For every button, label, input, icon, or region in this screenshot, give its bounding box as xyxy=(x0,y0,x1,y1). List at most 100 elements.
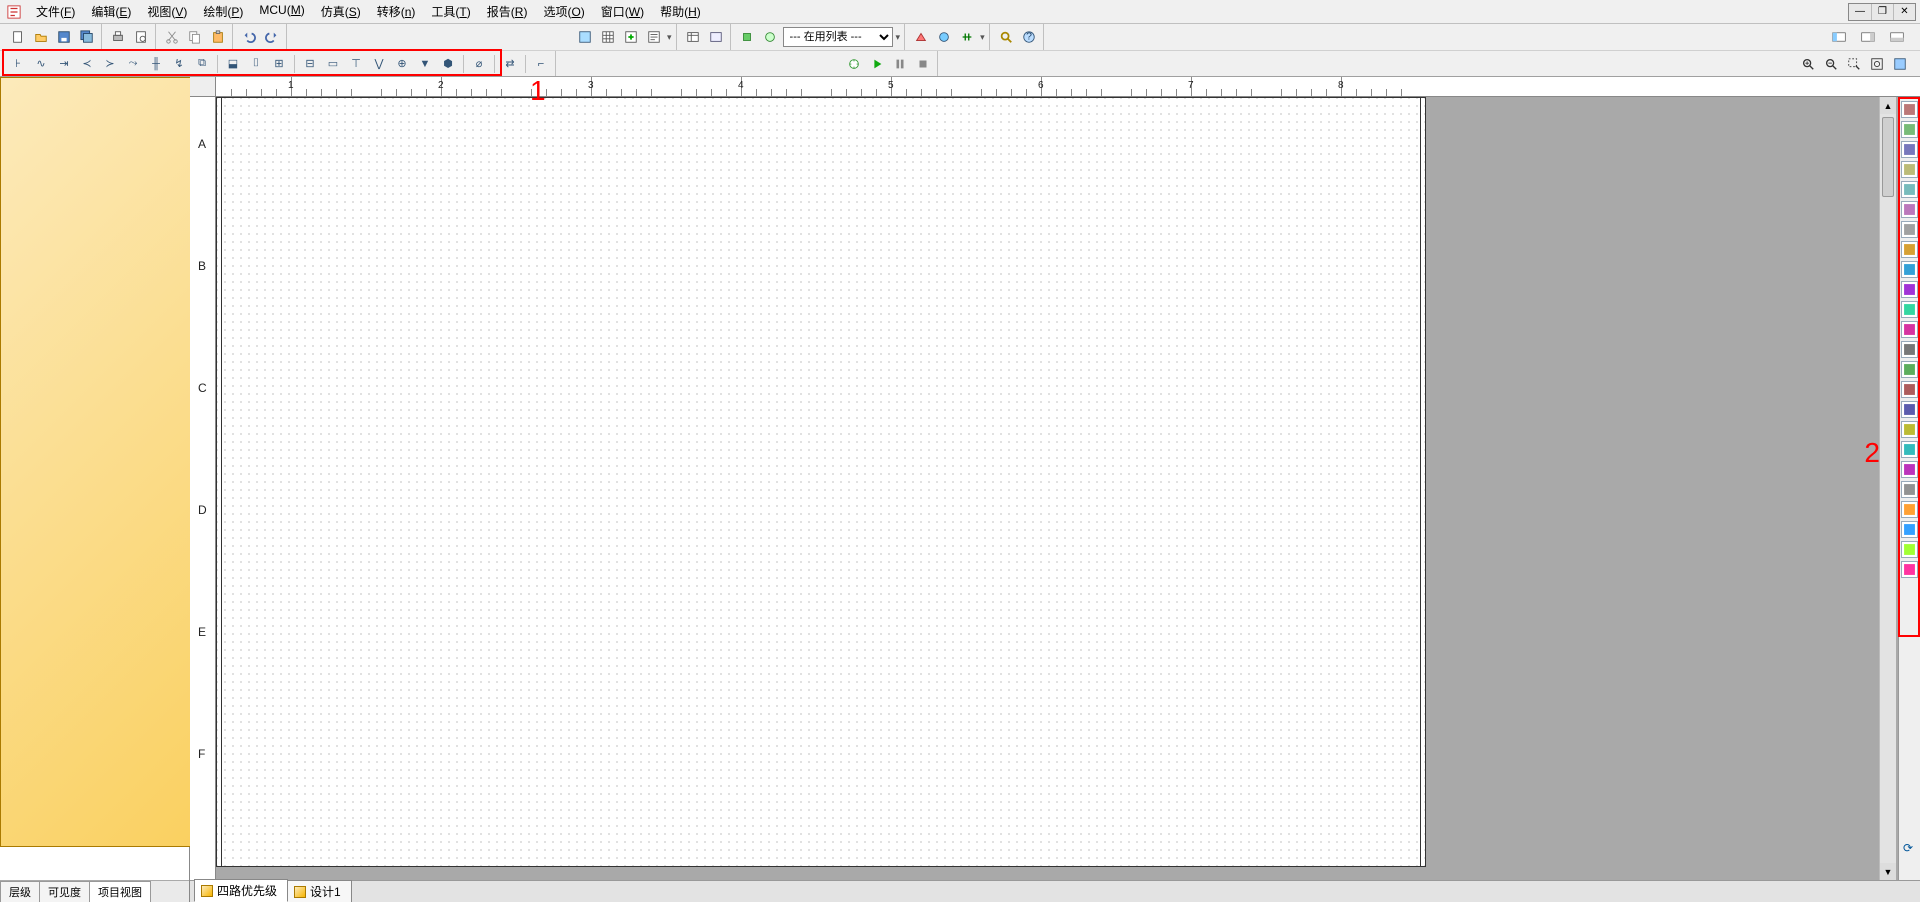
m7-icon[interactable]: ╫ xyxy=(146,54,166,74)
component-icon[interactable] xyxy=(737,27,757,47)
menu-p[interactable]: 绘制(P) xyxy=(195,1,251,22)
ground-icon[interactable] xyxy=(1901,221,1918,238)
rect-icon[interactable] xyxy=(1901,321,1918,338)
db-table-icon[interactable] xyxy=(683,27,703,47)
panel-toggle-3-icon[interactable] xyxy=(1884,27,1910,47)
dropdown-caret-icon[interactable]: ▾ xyxy=(667,32,672,43)
menu-w[interactable]: 窗口(W) xyxy=(593,1,652,22)
redo-icon[interactable] xyxy=(262,27,282,47)
tree-node[interactable]: 设计1 xyxy=(2,177,187,195)
close-button[interactable]: ✕ xyxy=(1893,4,1915,20)
stop-icon[interactable] xyxy=(913,54,933,74)
m5-icon[interactable]: ≻ xyxy=(100,54,120,74)
minimize-button[interactable]: ― xyxy=(1849,4,1871,20)
junction-icon[interactable] xyxy=(1901,281,1918,298)
pane-tab[interactable]: 层级 xyxy=(0,881,40,902)
m1-icon[interactable]: ⊦ xyxy=(8,54,28,74)
scroll-thumb[interactable] xyxy=(1882,117,1894,197)
m12-icon[interactable]: ⊞ xyxy=(269,54,289,74)
marker-icon[interactable] xyxy=(1901,561,1918,578)
new-icon[interactable] xyxy=(8,27,28,47)
m20-icon[interactable]: ⌀ xyxy=(469,54,489,74)
probe-v-icon[interactable] xyxy=(1901,501,1918,518)
sheet-tab[interactable]: 四路优先级 xyxy=(194,879,288,902)
m10-icon[interactable]: ⬓ xyxy=(223,54,243,74)
scroll-up-icon[interactable]: ▲ xyxy=(1880,97,1896,114)
part-browse-icon[interactable] xyxy=(760,27,780,47)
m19-icon[interactable]: ⬢ xyxy=(438,54,458,74)
dropdown-caret-icon[interactable]: ▾ xyxy=(980,32,985,43)
wire-icon[interactable] xyxy=(1901,121,1918,138)
m2-icon[interactable]: ∿ xyxy=(31,54,51,74)
menu-e[interactable]: 编辑(E) xyxy=(83,1,139,22)
pause-icon[interactable] xyxy=(890,54,910,74)
m15-icon[interactable]: ⊤ xyxy=(346,54,366,74)
saveall-icon[interactable] xyxy=(77,27,97,47)
pane-tab[interactable]: 项目视图 xyxy=(89,881,151,902)
menu-n[interactable]: 转移(n) xyxy=(369,1,424,22)
add-sheet-icon[interactable] xyxy=(621,27,641,47)
grid-view-icon[interactable] xyxy=(598,27,618,47)
undo-icon[interactable] xyxy=(239,27,259,47)
help-icon[interactable]: ? xyxy=(1019,27,1039,47)
node-icon[interactable] xyxy=(1901,461,1918,478)
probe-p-icon[interactable] xyxy=(1901,541,1918,558)
text-icon[interactable] xyxy=(1901,261,1918,278)
probe-i-icon[interactable] xyxy=(1901,521,1918,538)
m22-icon[interactable]: ⌐ xyxy=(531,54,551,74)
menu-o[interactable]: 选项(O) xyxy=(535,1,592,22)
bus-icon[interactable] xyxy=(1901,141,1918,158)
zoom-full-icon[interactable] xyxy=(1890,54,1910,74)
drc-icon[interactable] xyxy=(934,27,954,47)
m6-icon[interactable]: ⤳ xyxy=(123,54,143,74)
pane-tab[interactable]: 可见度 xyxy=(39,881,90,902)
menu-m[interactable]: MCU(M) xyxy=(251,1,312,22)
m18-icon[interactable]: ▼ xyxy=(415,54,435,74)
m8-icon[interactable]: ↯ xyxy=(169,54,189,74)
db-props-icon[interactable] xyxy=(706,27,726,47)
netlist-icon[interactable] xyxy=(957,27,977,47)
run-icon[interactable] xyxy=(867,54,887,74)
menu-h[interactable]: 帮助(H) xyxy=(652,1,709,22)
select-icon[interactable] xyxy=(1901,101,1918,118)
m3-icon[interactable]: ⇥ xyxy=(54,54,74,74)
menu-v[interactable]: 视图(V) xyxy=(139,1,195,22)
paste-icon[interactable] xyxy=(208,27,228,47)
dim-icon[interactable] xyxy=(1901,401,1918,418)
m9-icon[interactable]: ⧉ xyxy=(192,54,212,74)
meas2-icon[interactable] xyxy=(1901,441,1918,458)
m14-icon[interactable]: ▭ xyxy=(323,54,343,74)
combo-caret-icon[interactable]: ▾ xyxy=(896,32,901,43)
menu-r[interactable]: 报告(R) xyxy=(479,1,536,22)
menu-t[interactable]: 工具(T) xyxy=(423,1,478,22)
tag-icon[interactable] xyxy=(1901,241,1918,258)
cut-icon[interactable] xyxy=(162,27,182,47)
sheet-view-icon[interactable] xyxy=(575,27,595,47)
arc-icon[interactable] xyxy=(1901,361,1918,378)
erc-icon[interactable] xyxy=(911,27,931,47)
m17-icon[interactable]: ⊕ xyxy=(392,54,412,74)
save-icon[interactable] xyxy=(54,27,74,47)
m16-icon[interactable]: ⋁ xyxy=(369,54,389,74)
schematic-sheet[interactable] xyxy=(216,97,1426,867)
sheet-tab[interactable]: 设计1 xyxy=(287,880,352,902)
sheet-viewport[interactable]: ▲ ▼ ⟳ xyxy=(216,97,1920,880)
zoom-fit-icon[interactable] xyxy=(1867,54,1887,74)
help-search-icon[interactable] xyxy=(996,27,1016,47)
menu-s[interactable]: 仿真(S) xyxy=(313,1,369,22)
m21-icon[interactable]: ⇄ xyxy=(500,54,520,74)
zoom-area-icon[interactable] xyxy=(1844,54,1864,74)
in-use-list-combo[interactable]: --- 在用列表 --- xyxy=(783,27,893,47)
print-icon[interactable] xyxy=(108,27,128,47)
refresh-canvas-icon[interactable]: ⟳ xyxy=(1900,840,1916,856)
form-toggle-icon[interactable] xyxy=(644,27,664,47)
menu-f[interactable]: 文件(F) xyxy=(28,1,83,22)
sim-config-icon[interactable] xyxy=(844,54,864,74)
net-icon[interactable] xyxy=(1901,161,1918,178)
open-icon[interactable] xyxy=(31,27,51,47)
zoom-out-icon[interactable] xyxy=(1821,54,1841,74)
panel-toggle-2-icon[interactable] xyxy=(1855,27,1881,47)
vertical-scrollbar[interactable]: ▲ ▼ xyxy=(1879,97,1896,880)
restore-button[interactable]: ❐ xyxy=(1871,4,1893,20)
noconn-icon[interactable] xyxy=(1901,301,1918,318)
